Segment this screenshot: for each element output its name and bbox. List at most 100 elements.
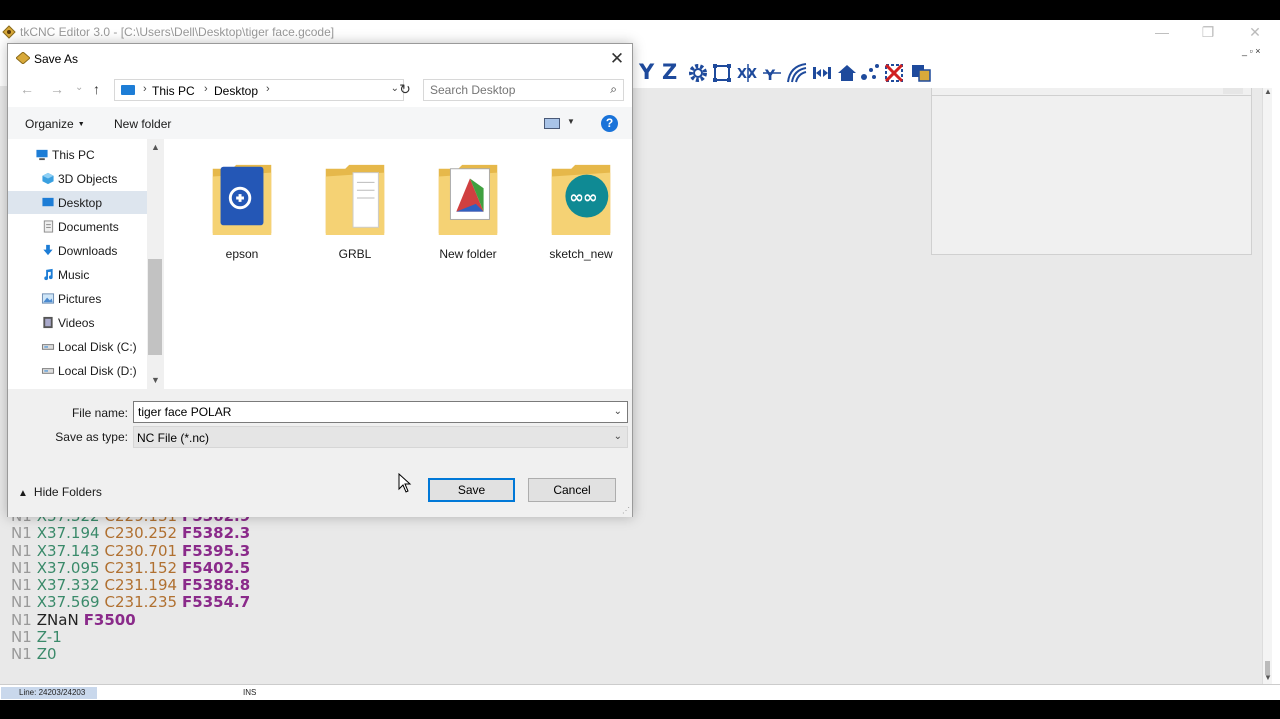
breadcrumb-this-pc[interactable]: This PC bbox=[152, 84, 195, 98]
address-bar[interactable]: › This PC › Desktop › ⌄ bbox=[114, 79, 404, 101]
nav-item-pictures[interactable]: Pictures bbox=[8, 287, 147, 310]
delete-selection-icon[interactable] bbox=[883, 62, 905, 84]
gear-icon[interactable] bbox=[687, 62, 709, 84]
file-name-field[interactable]: ⌄ bbox=[133, 401, 628, 423]
nav-scroll-up-icon[interactable]: ▲ bbox=[151, 142, 160, 152]
nav-item-local-disk-c[interactable]: Local Disk (C:) bbox=[8, 335, 147, 358]
recent-locations-button[interactable]: ⌄ bbox=[75, 82, 83, 93]
svg-text:Y: Y bbox=[764, 68, 776, 84]
gcode-line[interactable]: N1 Z-1 bbox=[11, 628, 255, 646]
status-insert-mode: INS bbox=[243, 688, 257, 697]
documents-icon bbox=[43, 220, 54, 233]
gcode-lines[interactable]: N1X37.322C229.131F5362.9N1X37.194C230.25… bbox=[11, 507, 255, 664]
back-button[interactable]: ← bbox=[20, 81, 34, 97]
scroll-down-icon[interactable]: ▼ bbox=[1264, 673, 1272, 682]
navigation-scrollbar[interactable]: ▲ ▼ bbox=[147, 139, 164, 389]
gcode-line[interactable]: N1 X37.194 C230.252 F5382.3 bbox=[11, 525, 255, 542]
side-panel bbox=[931, 72, 1252, 255]
up-button[interactable]: ↑ bbox=[93, 81, 100, 97]
screen: tkCNC Editor 3.0 - [C:\Users\Dell\Deskto… bbox=[0, 0, 1280, 719]
editor-scrollbar[interactable]: ▲ ▼ bbox=[1262, 86, 1272, 684]
width-icon[interactable] bbox=[811, 62, 833, 84]
view-options-icon[interactable] bbox=[544, 118, 560, 129]
file-name-input[interactable] bbox=[138, 405, 598, 419]
forward-button[interactable]: → bbox=[50, 81, 64, 97]
gcode-token: F5395.3 bbox=[182, 541, 251, 560]
gcode-token: C231.194 bbox=[104, 576, 178, 595]
mdi-controls[interactable]: _ ▫ × bbox=[1242, 46, 1260, 56]
gcode-line[interactable]: N1 X37.569 C231.235 F5354.7 bbox=[11, 594, 255, 611]
resize-grip-icon[interactable]: ⋰ bbox=[622, 506, 630, 515]
nav-item-downloads[interactable]: Downloads bbox=[8, 239, 147, 262]
toolbar-z-button[interactable]: Z bbox=[662, 60, 677, 84]
save-type-value: NC File (*.nc) bbox=[137, 431, 210, 445]
help-icon[interactable]: ? bbox=[601, 115, 618, 132]
points-icon[interactable] bbox=[859, 62, 881, 84]
restore-button[interactable]: ❐ bbox=[1185, 22, 1231, 42]
file-tile[interactable]: epson bbox=[178, 155, 278, 265]
mirror-x-icon[interactable]: XX bbox=[737, 62, 759, 84]
hide-folders-button[interactable]: ▲ Hide Folders bbox=[18, 485, 102, 499]
local-disk-icon bbox=[41, 368, 55, 374]
nav-item-music[interactable]: Music bbox=[8, 263, 147, 286]
file-name-dropdown-icon[interactable]: ⌄ bbox=[614, 406, 622, 417]
scroll-up-icon[interactable]: ▲ bbox=[1264, 87, 1272, 96]
file-tile[interactable]: ∞ ∞ sketch_new bbox=[517, 155, 617, 265]
gcode-line[interactable]: N1 Z0 bbox=[11, 646, 255, 663]
search-box[interactable]: ⌕ bbox=[423, 79, 624, 101]
gcode-line[interactable]: N1 ZNaN F3500 bbox=[11, 611, 255, 629]
transform-icon[interactable] bbox=[910, 62, 932, 84]
nav-item-this-pc[interactable]: This PC bbox=[8, 143, 147, 166]
dialog-app-icon bbox=[16, 52, 30, 64]
nav-item-desktop[interactable]: Desktop bbox=[8, 191, 147, 214]
refresh-button[interactable]: ↻ bbox=[397, 81, 413, 99]
mouse-cursor-icon bbox=[398, 473, 412, 493]
mirror-y-icon[interactable]: Y bbox=[761, 62, 783, 84]
save-type-dropdown-icon[interactable]: ⌄ bbox=[614, 431, 622, 442]
nav-item-videos[interactable]: Videos bbox=[8, 311, 147, 334]
gcode-token: C230.252 bbox=[104, 524, 178, 543]
gcode-line[interactable]: N1 X37.095 C231.152 F5402.5 bbox=[11, 558, 255, 577]
gcode-line[interactable]: N1 X37.143 C230.701 F5395.3 bbox=[11, 541, 255, 560]
breadcrumb-separator: › bbox=[204, 83, 208, 95]
toolbar-y-button[interactable]: Y bbox=[639, 60, 654, 84]
nav-item-label: Local Disk (C:) bbox=[58, 340, 137, 354]
gcode-token: N1 bbox=[11, 541, 32, 560]
search-input[interactable] bbox=[430, 83, 600, 97]
organize-button[interactable]: Organize ▼ bbox=[25, 117, 85, 131]
breadcrumb-separator: › bbox=[143, 83, 147, 95]
save-button[interactable]: Save bbox=[428, 478, 515, 502]
close-button[interactable]: ✕ bbox=[1232, 22, 1278, 42]
app-titlebar: tkCNC Editor 3.0 - [C:\Users\Dell\Deskto… bbox=[0, 20, 1280, 44]
nav-scroll-thumb[interactable] bbox=[148, 259, 162, 355]
view-dropdown-icon[interactable]: ▼ bbox=[567, 117, 575, 126]
search-icon[interactable]: ⌕ bbox=[610, 82, 617, 97]
nav-item-3d-objects[interactable]: 3D Objects bbox=[8, 167, 147, 190]
breadcrumb-desktop[interactable]: Desktop bbox=[214, 84, 258, 98]
gcode-line[interactable]: N1 X37.332 C231.194 F5388.8 bbox=[11, 577, 255, 594]
minimize-button[interactable]: — bbox=[1139, 22, 1185, 42]
bounding-box-icon[interactable] bbox=[711, 62, 733, 84]
arcs-icon[interactable] bbox=[786, 62, 808, 84]
nav-item-label: Local Disk (D:) bbox=[58, 364, 137, 378]
gcode-token: N1 bbox=[11, 576, 32, 595]
nav-item-local-disk-d[interactable]: Local Disk (D:) bbox=[8, 359, 147, 382]
hide-folders-label: Hide Folders bbox=[33, 485, 102, 499]
nav-item-documents[interactable]: Documents bbox=[8, 215, 147, 238]
gcode-token: X37.095 bbox=[36, 558, 100, 577]
save-type-select[interactable]: NC File (*.nc) ⌄ bbox=[133, 426, 628, 448]
gcode-token: X37.143 bbox=[36, 541, 100, 560]
toolbar: Y Z XX Y bbox=[630, 58, 1280, 88]
nav-item-label: 3D Objects bbox=[58, 172, 118, 186]
file-tile[interactable]: GRBL bbox=[291, 155, 391, 265]
file-tile[interactable]: New folder bbox=[404, 155, 504, 265]
home-icon[interactable] bbox=[836, 62, 858, 84]
gcode-token: N1 bbox=[11, 593, 32, 612]
dialog-close-button[interactable]: ✕ bbox=[604, 47, 630, 71]
cancel-button[interactable]: Cancel bbox=[528, 478, 616, 502]
gcode-token: X37.194 bbox=[36, 524, 100, 543]
gcode-token: N1 bbox=[11, 524, 32, 543]
new-folder-button[interactable]: New folder bbox=[114, 117, 171, 131]
nav-scroll-down-icon[interactable]: ▼ bbox=[151, 375, 160, 385]
nav-item-label: Music bbox=[58, 268, 90, 282]
